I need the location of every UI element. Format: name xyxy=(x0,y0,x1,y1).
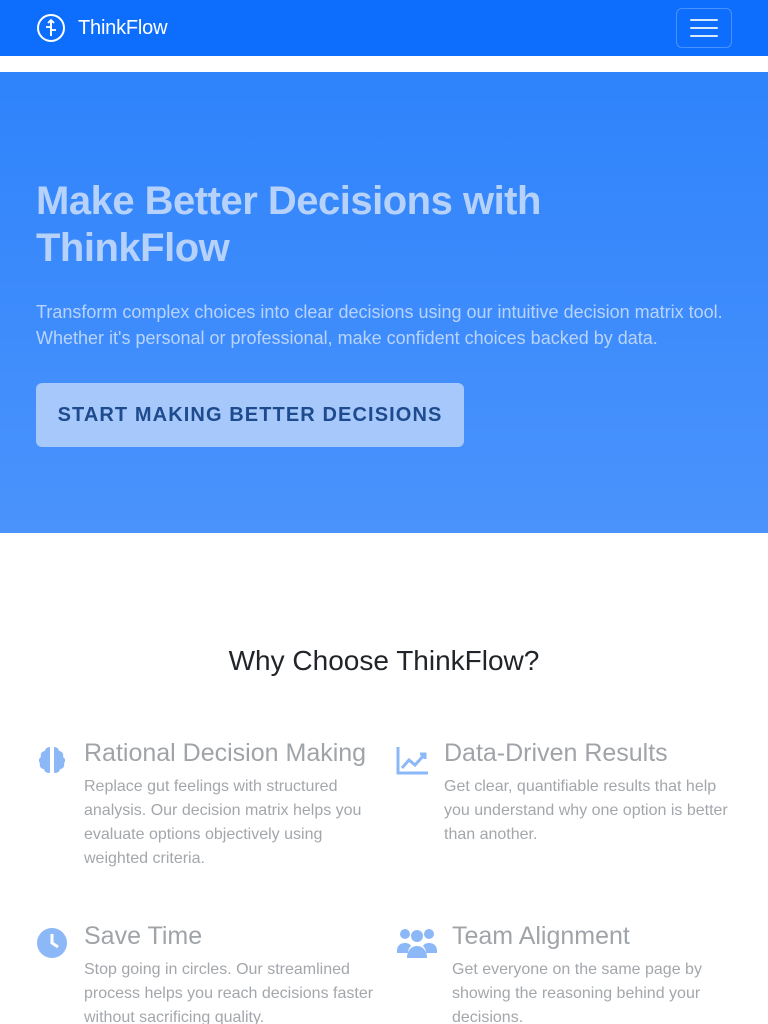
hero-title: Make Better Decisions with ThinkFlow xyxy=(36,179,541,270)
feature-text: Get clear, quantifiable results that hel… xyxy=(444,778,728,843)
feature-team-alignment: Team Alignment Get everyone on the same … xyxy=(396,921,736,1024)
start-button[interactable]: START MAKING BETTER DECISIONS xyxy=(36,383,464,447)
split-arrows-icon xyxy=(37,14,65,42)
feature-rational: Rational Decision Making Replace gut fee… xyxy=(36,738,376,878)
brand-name: ThinkFlow xyxy=(78,16,168,39)
feature-heading: Save Time xyxy=(84,922,203,950)
users-icon xyxy=(397,929,437,958)
hero-lead: Transform complex choices into clear dec… xyxy=(36,302,723,348)
feature-heading: Team Alignment xyxy=(452,922,630,950)
navbar: ThinkFlow xyxy=(0,0,768,56)
hero-section: Make Better Decisions with ThinkFlow Tra… xyxy=(0,72,768,533)
brand-link[interactable]: ThinkFlow xyxy=(36,13,168,43)
feature-text: Replace gut feelings with structured ana… xyxy=(84,778,362,867)
line-chart-icon xyxy=(396,747,428,775)
feature-data-driven: Data-Driven Results Get clear, quantifia… xyxy=(396,738,736,878)
feature-save-time: Save Time Stop going in circles. Our str… xyxy=(36,921,376,1024)
clock-icon xyxy=(37,928,67,958)
hamburger-icon xyxy=(690,19,718,21)
feature-heading: Rational Decision Making xyxy=(84,739,367,767)
menu-toggle-button[interactable] xyxy=(676,8,732,48)
features-title: Why Choose ThinkFlow? xyxy=(228,645,540,676)
feature-heading: Data-Driven Results xyxy=(444,739,668,767)
feature-text: Stop going in circles. Our streamlined p… xyxy=(84,961,374,1024)
feature-text: Get everyone on the same page by showing… xyxy=(452,961,702,1024)
brain-icon xyxy=(38,747,66,773)
